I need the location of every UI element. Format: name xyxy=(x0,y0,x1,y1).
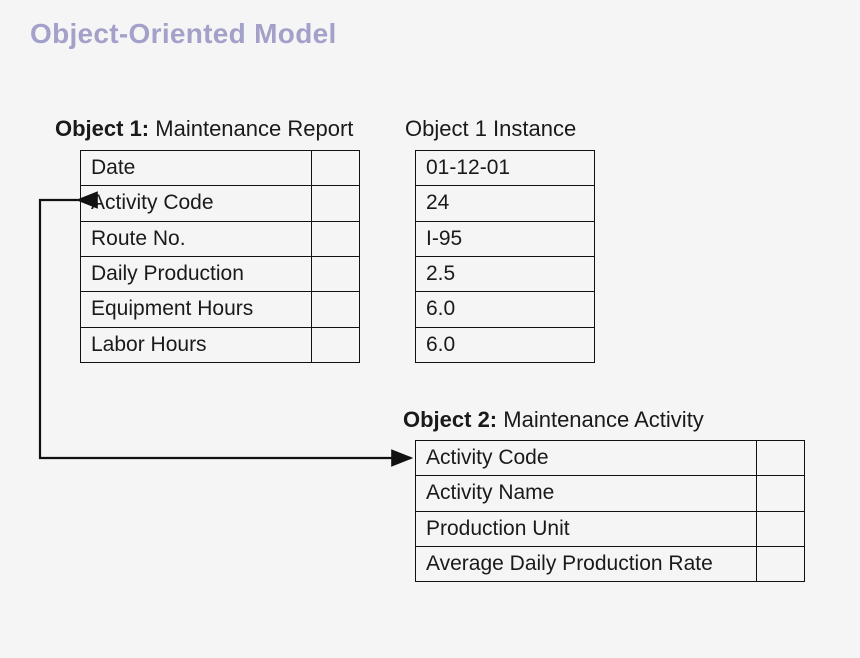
table-row: Equipment Hours xyxy=(81,292,360,327)
field-value-empty xyxy=(312,292,360,327)
object2-label-name: Maintenance Activity xyxy=(503,407,704,432)
instance-label: Object 1 Instance xyxy=(405,116,576,142)
instance-value: I-95 xyxy=(416,221,595,256)
field-value-empty xyxy=(757,511,805,546)
object1-table: Date Activity Code Route No. Daily Produ… xyxy=(80,150,360,363)
field-value-empty xyxy=(312,221,360,256)
table-row: 24 xyxy=(416,186,595,221)
instance-table: 01-12-01 24 I-95 2.5 6.0 6.0 xyxy=(415,150,595,363)
instance-value: 24 xyxy=(416,186,595,221)
field-label: Activity Code xyxy=(81,186,312,221)
field-value-empty xyxy=(312,186,360,221)
table-row: Labor Hours xyxy=(81,327,360,362)
table-row: Production Unit xyxy=(416,511,805,546)
object1-label-name: Maintenance Report xyxy=(155,116,353,141)
object1-label-prefix: Object 1: xyxy=(55,116,149,141)
table-row: 6.0 xyxy=(416,292,595,327)
diagram-title: Object-Oriented Model xyxy=(30,18,337,50)
field-value-empty xyxy=(757,547,805,582)
field-label: Production Unit xyxy=(416,511,757,546)
instance-value: 6.0 xyxy=(416,327,595,362)
table-row: Activity Code xyxy=(81,186,360,221)
field-value-empty xyxy=(312,327,360,362)
field-value-empty xyxy=(757,476,805,511)
table-row: 2.5 xyxy=(416,257,595,292)
object1-label: Object 1: Maintenance Report xyxy=(55,116,353,142)
field-value-empty xyxy=(312,257,360,292)
table-row: Average Daily Production Rate xyxy=(416,547,805,582)
table-row: Daily Production xyxy=(81,257,360,292)
table-row: 6.0 xyxy=(416,327,595,362)
field-label: Route No. xyxy=(81,221,312,256)
table-row: Activity Code xyxy=(416,441,805,476)
table-row: Date xyxy=(81,151,360,186)
field-label: Activity Code xyxy=(416,441,757,476)
instance-value: 2.5 xyxy=(416,257,595,292)
table-row: Activity Name xyxy=(416,476,805,511)
table-row: I-95 xyxy=(416,221,595,256)
field-label: Date xyxy=(81,151,312,186)
object2-label: Object 2: Maintenance Activity xyxy=(403,407,704,433)
field-label: Labor Hours xyxy=(81,327,312,362)
table-row: Route No. xyxy=(81,221,360,256)
field-label: Daily Production xyxy=(81,257,312,292)
instance-value: 01-12-01 xyxy=(416,151,595,186)
field-label: Average Daily Production Rate xyxy=(416,547,757,582)
table-row: 01-12-01 xyxy=(416,151,595,186)
field-label: Equipment Hours xyxy=(81,292,312,327)
diagram-canvas: Object-Oriented Model Object 1: Maintena… xyxy=(0,0,860,658)
object2-table: Activity Code Activity Name Production U… xyxy=(415,440,805,582)
instance-value: 6.0 xyxy=(416,292,595,327)
field-value-empty xyxy=(757,441,805,476)
field-value-empty xyxy=(312,151,360,186)
field-label: Activity Name xyxy=(416,476,757,511)
object2-label-prefix: Object 2: xyxy=(403,407,497,432)
